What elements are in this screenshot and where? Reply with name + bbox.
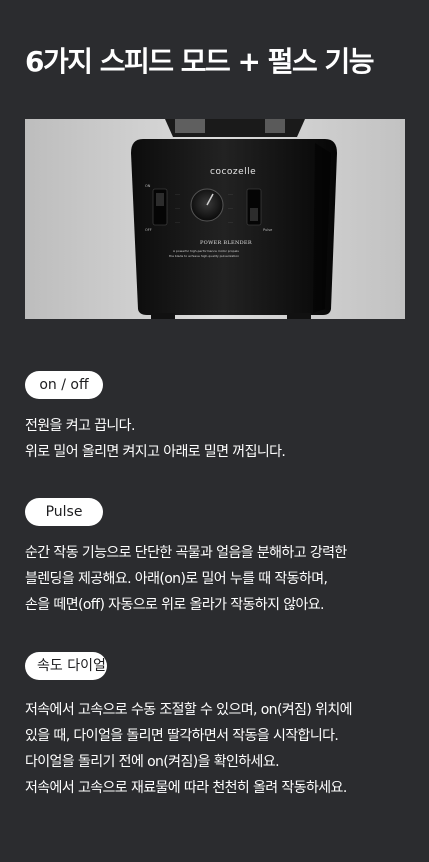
svg-text:·····: ····· <box>175 192 180 196</box>
page-title: 6가지 스피드 모드 + 펄스 기능 <box>25 45 375 78</box>
blender-photo: cocozelle ····· ····· ····· ····· ····· … <box>25 119 405 319</box>
svg-text:·····: ····· <box>175 220 180 224</box>
section-label-pulse: Pulse <box>25 498 103 526</box>
product-detail-page: 6가지 스피드 모드 + 펄스 기능 cocozelle ····· ·····… <box>0 0 429 862</box>
section-text-pulse: 순간 작동 기능으로 단단한 곡물과 얼음을 분해하고 강력한 블렌딩을 제공해… <box>25 540 415 618</box>
text-line: 있을 때, 다이얼을 돌리면 딸각하면서 작동을 시작합니다. <box>25 728 339 744</box>
text-line: 순간 작동 기능으로 단단한 곡물과 얼음을 분해하고 강력한 <box>25 545 347 561</box>
text-line: 손을 떼면(off) 자동으로 위로 올라가 작동하지 않아요. <box>25 597 325 613</box>
svg-text:·····: ····· <box>228 192 233 196</box>
text-line: 저속에서 고속으로 수동 조절할 수 있으며, on(켜짐) 위치에 <box>25 702 353 718</box>
tagline-line-1: A powerful high-performance motor propel… <box>173 249 239 253</box>
tagline-line-2: the blade to achieve high-quality pulver… <box>169 254 239 258</box>
model-label: POWER BLENDER <box>200 240 252 246</box>
svg-text:Pulse: Pulse <box>263 228 272 232</box>
svg-text:ON: ON <box>145 184 151 188</box>
svg-text:·····: ····· <box>228 220 233 224</box>
svg-text:OFF: OFF <box>145 228 152 232</box>
section-text-speed-dial: 저속에서 고속으로 수동 조절할 수 있으며, on(켜짐) 위치에 있을 때,… <box>25 697 415 801</box>
section-label-on-off: on / off <box>25 371 103 399</box>
text-line: 블렌딩을 제공해요. 아래(on)로 밀어 누를 때 작동하며, <box>25 571 328 587</box>
svg-text:·····: ····· <box>228 206 233 210</box>
text-line: 다이얼을 돌리기 전에 on(켜짐)을 확인하세요. <box>25 754 280 770</box>
section-label-speed-dial: 속도 다이얼 <box>25 652 107 680</box>
svg-text:·····: ····· <box>175 206 180 210</box>
brand-logo: cocozelle <box>210 167 256 177</box>
text-line: 저속에서 고속으로 재료물에 따라 천천히 올려 작동하세요. <box>25 780 347 796</box>
section-text-on-off: 전원을 켜고 끕니다. 위로 밀어 올리면 켜지고 아래로 밀면 꺼집니다. <box>25 413 415 465</box>
text-line: 위로 밀어 올리면 켜지고 아래로 밀면 꺼집니다. <box>25 444 286 460</box>
text-line: 전원을 켜고 끕니다. <box>25 418 135 434</box>
